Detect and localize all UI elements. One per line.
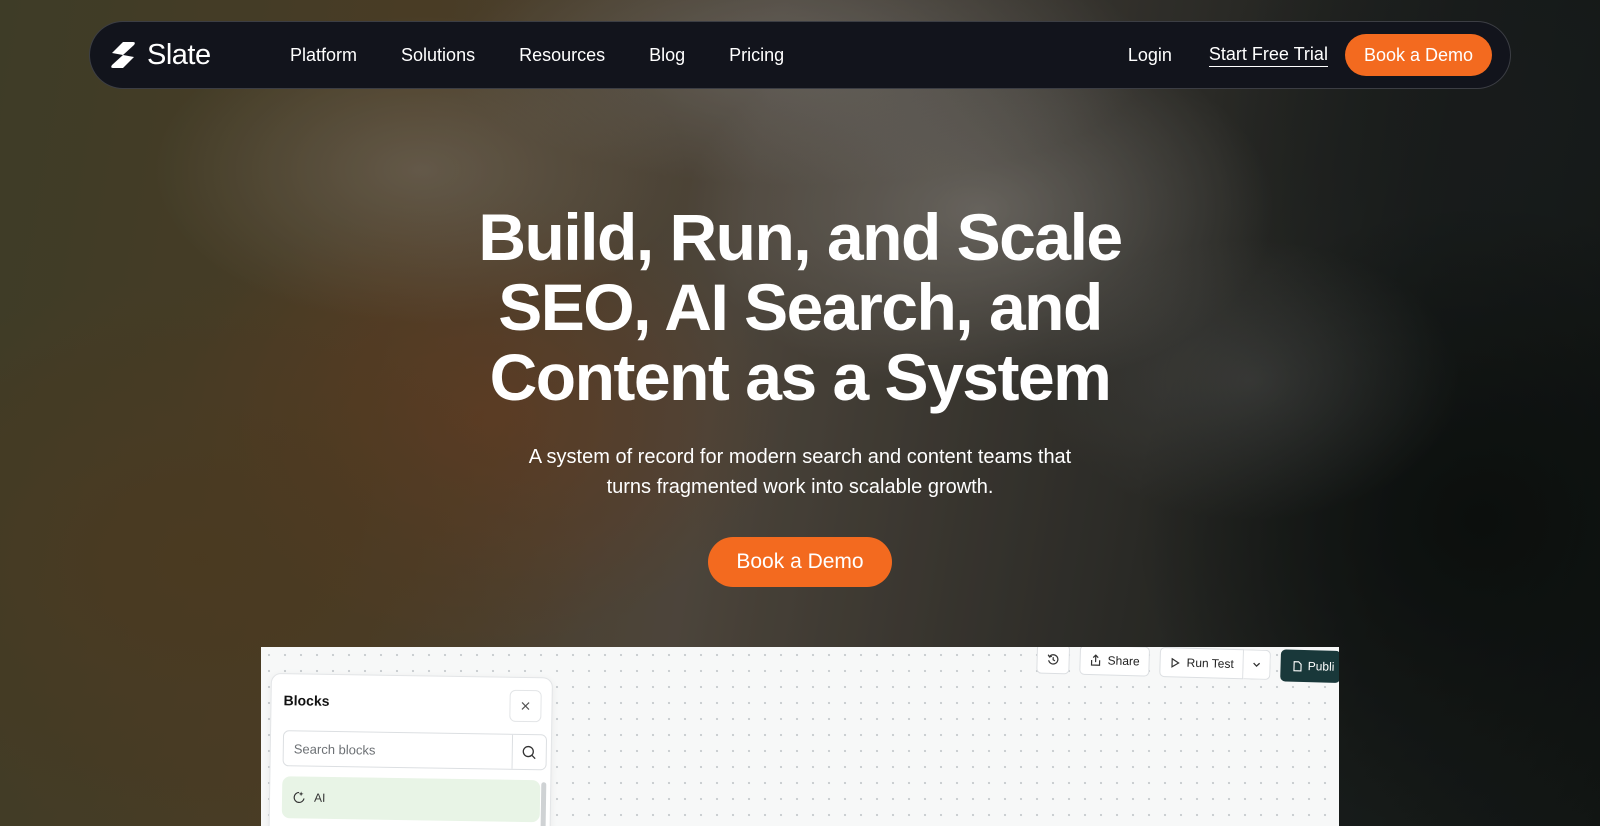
nav-link-platform[interactable]: Platform (290, 45, 357, 66)
book-demo-hero-button[interactable]: Book a Demo (708, 537, 892, 587)
ai-icon (293, 791, 305, 804)
nav-link-solutions[interactable]: Solutions (401, 45, 475, 66)
blocks-title: Blocks (283, 692, 330, 709)
close-blocks-button[interactable] (509, 689, 542, 723)
login-link[interactable]: Login (1128, 45, 1172, 66)
search-button[interactable] (511, 734, 547, 770)
run-test-label: Run Test (1186, 655, 1234, 672)
blocks-panel: Blocks AI (268, 673, 553, 826)
blocks-search (282, 730, 548, 771)
publish-label: Publi (1307, 659, 1335, 674)
share-button[interactable]: Share (1079, 647, 1150, 677)
product-screenshot: Share Run Test Publi Blocks Search block… (261, 647, 1339, 826)
nav-link-pricing[interactable]: Pricing (729, 45, 784, 66)
book-demo-nav-button[interactable]: Book a Demo (1344, 34, 1492, 76)
logo-text: Slate (147, 38, 211, 71)
block-item-label: AI (313, 790, 326, 805)
search-icon (522, 745, 536, 759)
publish-button[interactable]: Publi (1280, 649, 1339, 683)
hero-subtitle-line: turns fragmented work into scalable grow… (606, 476, 994, 498)
history-icon (1047, 653, 1059, 665)
share-icon (1090, 654, 1101, 666)
hero-subtitle: A system of record for modern search and… (450, 442, 1150, 502)
chevron-down-icon (1253, 662, 1261, 668)
hero-title-line: Build, Run, and Scale (478, 200, 1123, 274)
close-icon (521, 702, 530, 710)
start-free-trial-link[interactable]: Start Free Trial (1208, 44, 1328, 67)
file-icon (1293, 660, 1302, 671)
hero-subtitle-line: A system of record for modern search and… (528, 446, 1072, 468)
top-navbar: Slate Platform Solutions Resources Blog … (89, 21, 1511, 89)
run-test-split-button: Run Test (1159, 647, 1271, 681)
history-button[interactable] (1036, 647, 1070, 675)
nav-links: Platform Solutions Resources Blog Pricin… (290, 45, 828, 66)
nav-link-blog[interactable]: Blog (649, 45, 685, 66)
hero-title: Build, Run, and Scale SEO, AI Search, an… (400, 202, 1200, 412)
hero-title-line: SEO, AI Search, and (498, 270, 1103, 344)
nav-actions: Login Start Free Trial Book a Demo (1128, 34, 1492, 76)
search-blocks-input[interactable] (283, 731, 513, 769)
logo[interactable]: Slate (108, 39, 278, 72)
hero-title-line: Content as a System (489, 340, 1112, 414)
slate-logo-icon (111, 42, 135, 68)
block-item-ai[interactable]: AI (281, 776, 541, 823)
run-test-button[interactable]: Run Test (1159, 647, 1245, 680)
run-test-dropdown[interactable] (1243, 649, 1271, 681)
share-label: Share (1107, 653, 1140, 669)
play-icon (1171, 657, 1180, 668)
blocks-scrollbar[interactable] (540, 782, 547, 826)
nav-link-resources[interactable]: Resources (519, 45, 605, 66)
